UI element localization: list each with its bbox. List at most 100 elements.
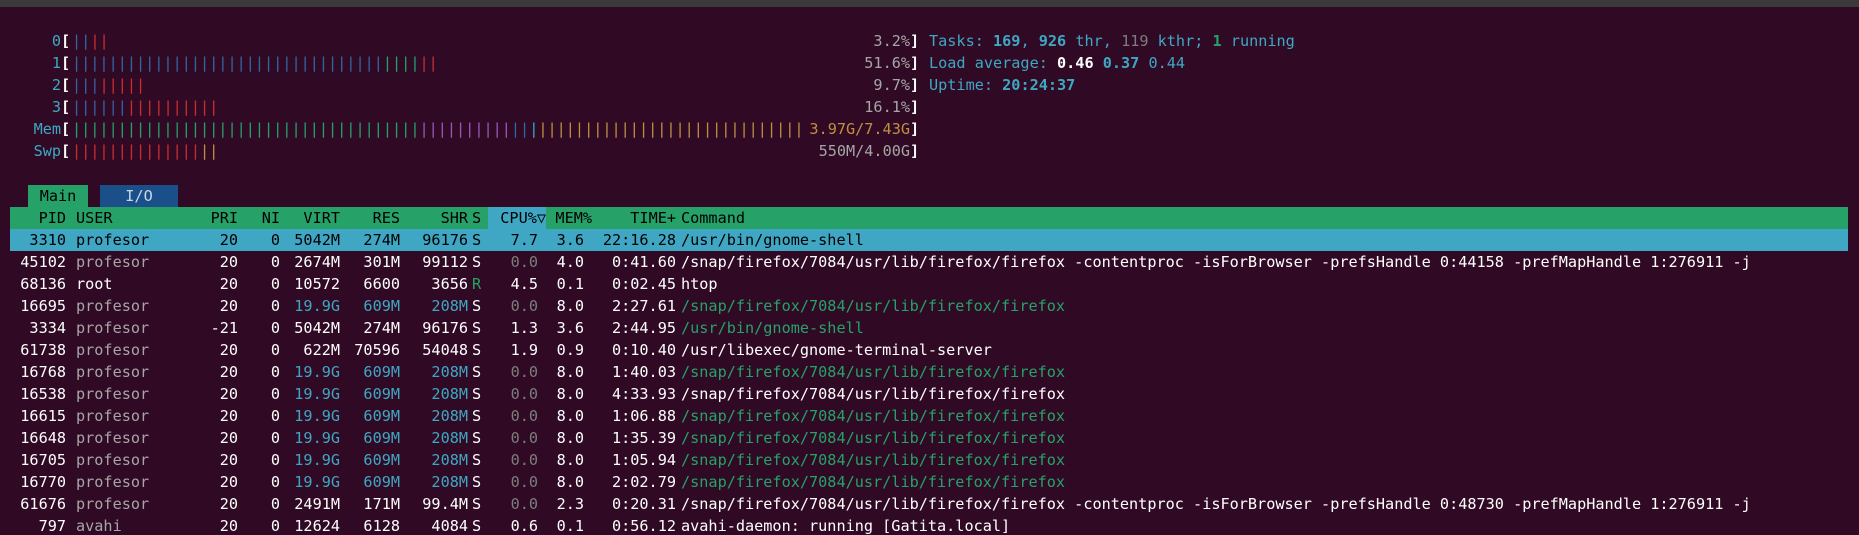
cpu0-bars: ||||	[72, 32, 109, 50]
row-ni: 0	[270, 517, 280, 535]
process-row[interactable]: 68136 root 20 0 10572 6600 3656 R 4.5 0.…	[10, 273, 1848, 295]
swp-value: 550M/4.00G	[818, 142, 910, 160]
process-row[interactable]: 61676 profesor 20 0 2491M 171M 99.4M S 0…	[10, 493, 1848, 515]
row-virt: 19.9G	[294, 407, 340, 425]
col-user[interactable]: USER	[76, 207, 113, 229]
row-ni: 0	[270, 407, 280, 425]
process-table-header: PID USER PRI NI VIRT RES SHR S CPU%▽ MEM…	[10, 207, 1848, 229]
row-ni: 0	[270, 495, 280, 513]
row-state: S	[472, 319, 482, 337]
row-res: 70596	[354, 341, 400, 359]
process-row-selected[interactable]: 3310 profesor 20 0 5042M 274M 96176 S 7.…	[10, 229, 1848, 251]
row-user: profesor	[76, 319, 150, 337]
row-pid: 16615	[20, 407, 66, 425]
row-shr: 208M	[431, 363, 468, 381]
row-ni: 0	[270, 451, 280, 469]
row-command: /usr/libexec/gnome-terminal-server	[681, 341, 992, 359]
row-res: 301M	[363, 253, 400, 271]
row-pri: 20	[219, 429, 238, 447]
process-row[interactable]: 16770 profesor 20 0 19.9G 609M 208M S 0.…	[10, 471, 1848, 493]
process-row[interactable]: 16615 profesor 20 0 19.9G 609M 208M S 0.…	[10, 405, 1848, 427]
col-pri[interactable]: PRI	[190, 207, 238, 229]
row-state: R	[472, 275, 482, 293]
process-row[interactable]: 16648 profesor 20 0 19.9G 609M 208M S 0.…	[10, 427, 1848, 449]
col-time[interactable]: TIME+	[592, 207, 676, 229]
row-command: /snap/firefox/7084/usr/lib/firefox/firef…	[681, 363, 1066, 381]
process-row[interactable]: 16768 profesor 20 0 19.9G 609M 208M S 0.…	[10, 361, 1848, 383]
col-ni[interactable]: NI	[240, 207, 280, 229]
process-row[interactable]: 16705 profesor 20 0 19.9G 609M 208M S 0.…	[10, 449, 1848, 471]
row-time: 0:10.40	[611, 341, 676, 359]
row-pid: 797	[38, 517, 66, 535]
mem-meter: Mem [ ||||||||||||||||||||||||||||||||||…	[0, 118, 930, 140]
row-time: 2:02.79	[611, 473, 676, 491]
tab-main[interactable]: Main	[28, 185, 88, 207]
row-shr: 208M	[431, 297, 468, 315]
row-command: avahi-daemon: running [Gatita.local]	[681, 517, 1011, 535]
tab-io[interactable]: I/O	[100, 185, 178, 207]
row-res: 6600	[363, 275, 400, 293]
row-time: 0:41.60	[611, 253, 676, 271]
col-shr[interactable]: SHR	[402, 207, 468, 229]
process-row[interactable]: 797 avahi 20 0 12624 6128 4084 S 0.6 0.1…	[10, 515, 1848, 535]
row-virt: 5042M	[294, 319, 340, 337]
row-shr: 4084	[431, 517, 468, 535]
row-pri: 20	[219, 407, 238, 425]
mem-open-bracket: [	[61, 120, 71, 138]
row-shr: 208M	[431, 451, 468, 469]
swp-meter: Swp [ |||||||||||||||| 550M/4.00G ]	[0, 140, 930, 162]
col-state[interactable]: S	[472, 207, 481, 229]
row-shr: 3656	[431, 275, 468, 293]
process-row[interactable]: 45102 profesor 20 0 2674M 301M 99112 S 0…	[10, 251, 1848, 273]
row-user: profesor	[76, 429, 150, 447]
row-virt: 5042M	[294, 231, 340, 249]
process-row[interactable]: 3334 profesor -21 0 5042M 274M 96176 S 1…	[10, 317, 1848, 339]
row-user: profesor	[76, 451, 150, 469]
row-mem: 2.3	[556, 495, 584, 513]
row-shr: 54048	[422, 341, 468, 359]
col-command[interactable]: Command	[681, 207, 745, 229]
row-shr: 96176	[422, 319, 468, 337]
row-state: S	[472, 451, 482, 469]
row-user: profesor	[76, 407, 150, 425]
cpu0-close-bracket: ]	[910, 32, 920, 50]
swp-open-bracket: [	[61, 142, 71, 160]
window-top-edge	[0, 0, 1859, 7]
col-cpu-sorted[interactable]: CPU%▽	[488, 207, 546, 229]
cpu2-label: 2	[51, 76, 61, 94]
col-mem[interactable]: MEM%	[546, 207, 592, 229]
row-user: root	[76, 275, 113, 293]
row-ni: 0	[270, 253, 280, 271]
mem-label: Mem	[33, 120, 61, 138]
row-state: S	[472, 385, 482, 403]
tasks-info: Tasks: 169, 926 thr, 119 kthr; 1 running	[929, 32, 1295, 50]
row-res: 609M	[363, 429, 400, 447]
row-time: 0:20.31	[611, 495, 676, 513]
process-row[interactable]: 16538 profesor 20 0 19.9G 609M 208M S 0.…	[10, 383, 1848, 405]
row-ni: 0	[270, 429, 280, 447]
swp-bars: ||||||||||||||||	[72, 142, 219, 160]
row-command: /usr/bin/gnome-shell	[681, 231, 864, 249]
col-pid[interactable]: PID	[10, 207, 66, 229]
row-pri: 20	[219, 363, 238, 381]
row-time: 4:33.93	[611, 385, 676, 403]
htop-terminal[interactable]: 0 [ |||| 3.2% ] 1 [ ||||||||||||||||||||…	[0, 0, 1859, 535]
row-ni: 0	[270, 385, 280, 403]
row-cpu: 0.0	[510, 385, 538, 403]
row-shr: 96176	[422, 231, 468, 249]
row-user: profesor	[76, 473, 150, 491]
process-row[interactable]: 16695 profesor 20 0 19.9G 609M 208M S 0.…	[10, 295, 1848, 317]
row-pid: 3334	[29, 319, 66, 337]
row-shr: 208M	[431, 429, 468, 447]
terminal-scrollbar[interactable]	[1849, 7, 1859, 535]
mem-close-bracket: ]	[910, 120, 920, 138]
col-virt[interactable]: VIRT	[280, 207, 340, 229]
uptime-value: 20:24:37	[1002, 76, 1076, 94]
row-pid: 61738	[20, 341, 66, 359]
row-user: avahi	[76, 517, 122, 535]
row-user: profesor	[76, 231, 150, 249]
col-res[interactable]: RES	[342, 207, 400, 229]
row-pid: 68136	[20, 275, 66, 293]
row-ni: 0	[270, 319, 280, 337]
process-row[interactable]: 61738 profesor 20 0 622M 70596 54048 S 1…	[10, 339, 1848, 361]
